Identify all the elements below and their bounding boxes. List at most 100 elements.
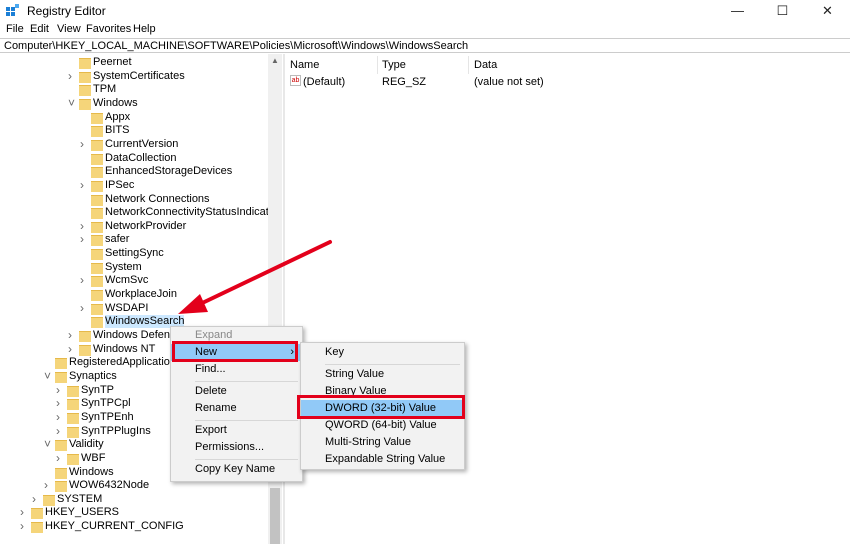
- tree-item[interactable]: WorkplaceJoin: [0, 288, 268, 302]
- chevron-right-icon[interactable]: ›: [80, 233, 84, 246]
- chevron-right-icon[interactable]: ›: [80, 301, 84, 315]
- tree-item[interactable]: NetworkConnectivityStatusIndicator: [0, 206, 268, 220]
- menu-item-copy-key-name[interactable]: Copy Key Name: [171, 461, 302, 478]
- chevron-right-icon[interactable]: ›: [56, 451, 60, 465]
- folder-icon: [91, 139, 103, 151]
- column-divider[interactable]: [377, 56, 378, 74]
- tree-item[interactable]: Appx: [0, 111, 268, 124]
- submenu-item-qword-value[interactable]: QWORD (64-bit) Value: [301, 417, 464, 434]
- menu-item-find[interactable]: Find...: [171, 361, 302, 378]
- tree-item[interactable]: › SystemCertificates: [0, 69, 268, 83]
- folder-icon: [79, 98, 91, 110]
- folder-icon: [67, 412, 79, 424]
- tree-item[interactable]: › NetworkProvider: [0, 219, 268, 233]
- tree-item-label: SYSTEM: [57, 492, 103, 505]
- tree-item[interactable]: TPM: [0, 83, 268, 97]
- tree-item[interactable]: SettingSync: [0, 247, 268, 261]
- chevron-down-icon[interactable]: ˅: [44, 438, 51, 451]
- folder-icon: [31, 508, 43, 520]
- menu-view[interactable]: View: [57, 23, 81, 35]
- divider: [195, 420, 298, 421]
- tree-item[interactable]: › SYSTEM: [0, 492, 268, 506]
- title-bar: Registry Editor — ☐ ✕: [0, 0, 850, 22]
- tree-item-label: WSDAPI: [105, 301, 149, 314]
- submenu-item-multi-string-value[interactable]: Multi-String Value: [301, 434, 464, 451]
- address-bar[interactable]: Computer\HKEY_LOCAL_MACHINE\SOFTWARE\Pol…: [0, 38, 850, 53]
- tree-item-label: HKEY_CURRENT_CONFIG: [45, 520, 184, 533]
- menu-item-permissions[interactable]: Permissions...: [171, 439, 302, 456]
- chevron-right-icon[interactable]: ›: [80, 274, 84, 287]
- chevron-right-icon[interactable]: ›: [56, 424, 60, 438]
- chevron-right-icon[interactable]: ›: [20, 506, 24, 519]
- menu-favorites[interactable]: Favorites: [86, 23, 131, 35]
- close-button[interactable]: ✕: [805, 0, 850, 22]
- chevron-right-icon[interactable]: ›: [56, 410, 60, 424]
- tree-item[interactable]: › WcmSvc: [0, 274, 268, 288]
- scroll-up-icon[interactable]: ▲: [271, 56, 279, 65]
- label: Export: [195, 424, 227, 436]
- label: Rename: [195, 402, 237, 414]
- chevron-right-icon[interactable]: ›: [20, 520, 24, 533]
- tree-item-label: BITS: [105, 124, 130, 137]
- chevron-right-icon[interactable]: ›: [56, 397, 60, 410]
- tree-item-label: SynTP: [81, 383, 115, 396]
- chevron-right-icon[interactable]: ›: [44, 479, 48, 492]
- value-name[interactable]: (Default): [303, 76, 345, 88]
- tree-item[interactable]: Network Connections: [0, 193, 268, 206]
- tree-item-label: Windows NT: [93, 342, 156, 355]
- value-type: REG_SZ: [382, 76, 427, 88]
- menu-item-export[interactable]: Export: [171, 422, 302, 439]
- menu-file[interactable]: File: [6, 23, 24, 35]
- chevron-right-icon[interactable]: ›: [80, 137, 84, 151]
- tree-item-label: IPSec: [105, 178, 135, 191]
- chevron-down-icon[interactable]: ˅: [44, 369, 51, 383]
- tree-item[interactable]: DataCollection: [0, 152, 268, 165]
- tree-item[interactable]: › CurrentVersion: [0, 137, 268, 151]
- folder-icon: [79, 71, 91, 83]
- folder-icon: [91, 262, 103, 274]
- submenu-item-expandable-string-value[interactable]: Expandable String Value: [301, 451, 464, 468]
- chevron-right-icon[interactable]: ›: [68, 329, 72, 342]
- tree-item[interactable]: › HKEY_USERS: [0, 506, 268, 520]
- maximize-button[interactable]: ☐: [760, 0, 805, 22]
- menu-help[interactable]: Help: [133, 23, 156, 35]
- chevron-right-icon[interactable]: ›: [32, 492, 36, 506]
- column-data[interactable]: Data: [474, 59, 497, 71]
- submenu-item-key[interactable]: Key: [301, 344, 464, 361]
- label: Multi-String Value: [325, 436, 411, 448]
- minimize-button[interactable]: —: [715, 0, 760, 22]
- label: Key: [325, 346, 344, 358]
- column-divider[interactable]: [468, 56, 469, 74]
- column-name[interactable]: Name: [290, 59, 319, 71]
- tree-item-label: RegisteredApplications: [69, 356, 182, 369]
- tree-item[interactable]: › safer: [0, 233, 268, 247]
- tree-item[interactable]: › IPSec: [0, 178, 268, 192]
- tree-item[interactable]: Peernet: [0, 56, 268, 69]
- chevron-right-icon[interactable]: ›: [80, 178, 84, 192]
- menu-item-rename[interactable]: Rename: [171, 400, 302, 417]
- chevron-down-icon[interactable]: ˅: [68, 96, 75, 110]
- column-type[interactable]: Type: [382, 59, 406, 71]
- tree-item[interactable]: › HKEY_CURRENT_CONFIG: [0, 520, 268, 534]
- menu-edit[interactable]: Edit: [30, 23, 49, 35]
- chevron-right-icon[interactable]: ›: [68, 69, 72, 83]
- menu-item-delete[interactable]: Delete: [171, 383, 302, 400]
- tree-item[interactable]: System: [0, 261, 268, 274]
- chevron-right-icon[interactable]: ›: [80, 219, 84, 233]
- submenu-item-string-value[interactable]: String Value: [301, 366, 464, 383]
- string-value-icon: ab: [290, 75, 301, 86]
- tree-item[interactable]: ˅ Windows: [0, 96, 268, 110]
- chevron-right-icon[interactable]: ›: [56, 383, 60, 397]
- chevron-right-icon[interactable]: ›: [68, 342, 72, 356]
- folder-icon: [91, 249, 103, 261]
- annotation-box-new: [172, 341, 298, 362]
- folder-icon: [79, 331, 91, 342]
- folder-icon: [67, 399, 79, 411]
- label: Find...: [195, 363, 226, 375]
- tree-item[interactable]: EnhancedStorageDevices: [0, 165, 268, 179]
- folder-icon: [91, 221, 103, 233]
- scrollbar-thumb[interactable]: [270, 488, 280, 544]
- tree-item[interactable]: › WSDAPI: [0, 301, 268, 315]
- tree-item[interactable]: BITS: [0, 124, 268, 138]
- folder-icon: [55, 467, 67, 479]
